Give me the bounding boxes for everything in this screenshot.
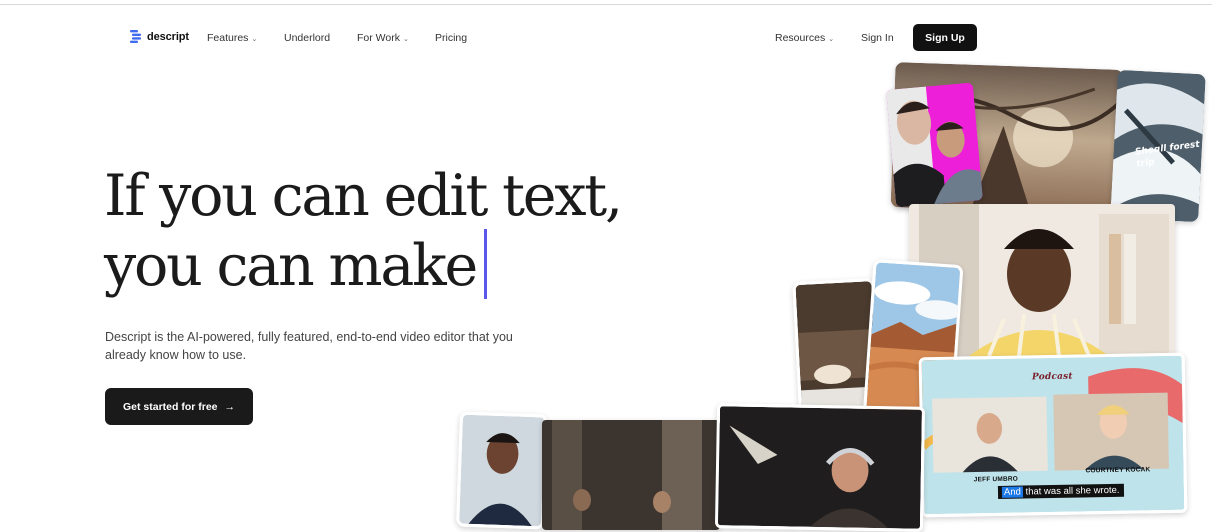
top-navigation: descript Features ⌄ Underlord For Work ⌄ P… xyxy=(0,24,1212,52)
man-headphones-tile xyxy=(456,411,548,530)
nav-features[interactable]: Features ⌄ xyxy=(207,32,257,44)
snow-tree-tile: Sheɑll forest trip xyxy=(1110,69,1206,223)
chevron-down-icon: ⌄ xyxy=(251,35,258,43)
nav-resources[interactable]: Resources ⌄ xyxy=(775,32,834,44)
headline-line-1: If you can edit text, xyxy=(104,163,623,229)
descript-logo-icon xyxy=(130,30,141,43)
podcast-screen-tile: Podcast JEFF UMBRO COURTNEY KOCAK And th… xyxy=(918,352,1188,518)
nav-for-work-label: For Work xyxy=(357,32,400,44)
hero-subtext: Descript is the AI-powered, fully featur… xyxy=(105,330,513,362)
nav-resources-label: Resources xyxy=(775,32,826,44)
logo-text: descript xyxy=(147,30,189,43)
arrow-right-icon: → xyxy=(224,400,236,413)
subtitle-caption: And that was all she wrote. xyxy=(997,483,1124,499)
subtitle-highlight-word: And xyxy=(1001,486,1023,498)
chevron-down-icon: ⌄ xyxy=(828,35,835,43)
sign-in-label: Sign In xyxy=(861,32,894,44)
chevron-down-icon: ⌄ xyxy=(402,35,409,43)
nav-pricing-label: Pricing xyxy=(435,32,468,44)
two-men-selfie-tile xyxy=(886,82,983,208)
nav-underlord-label: Underlord xyxy=(284,32,331,44)
typing-caret xyxy=(484,229,487,299)
speaker-left-name: JEFF UMBRO xyxy=(973,475,1019,484)
get-started-label: Get started for free xyxy=(122,400,218,413)
subtitle-text: that was all she wrote. xyxy=(1022,484,1120,498)
headline-line-2: you can make xyxy=(104,233,478,299)
speaker-right-name: COURTNEY KOCAK xyxy=(1085,466,1151,475)
sign-up-button[interactable]: Sign Up xyxy=(913,24,977,51)
get-started-button[interactable]: Get started for free → xyxy=(105,388,253,425)
logo[interactable]: descript xyxy=(130,30,189,43)
nav-underlord[interactable]: Underlord xyxy=(284,32,330,44)
studio-band-tile xyxy=(542,420,720,530)
sign-in-link[interactable]: Sign In xyxy=(861,32,894,44)
woman-headphones-tile xyxy=(714,403,926,532)
nav-features-label: Features xyxy=(207,32,249,44)
podcast-logo: Podcast xyxy=(1031,371,1073,383)
nav-pricing[interactable]: Pricing xyxy=(435,32,467,44)
nav-for-work[interactable]: For Work ⌄ xyxy=(357,32,409,44)
browser-top-edge xyxy=(0,0,1212,5)
hero-headline: If you can edit text, you can make xyxy=(104,163,623,299)
